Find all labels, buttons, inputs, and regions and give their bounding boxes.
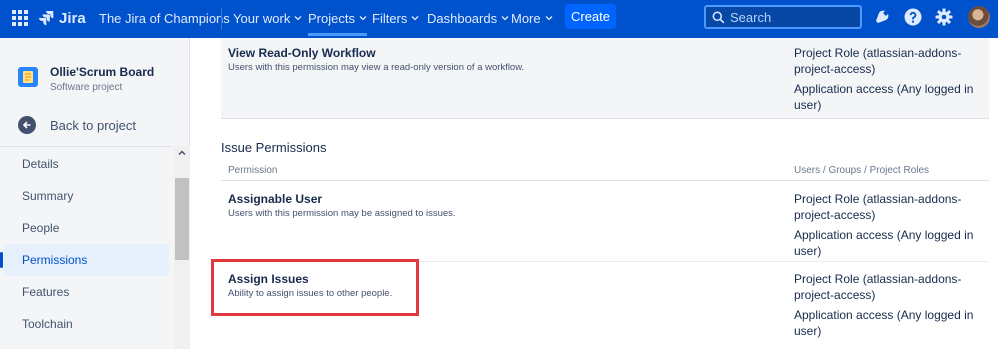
nav-filters[interactable]: Filters bbox=[372, 9, 419, 27]
section-title: Issue Permissions bbox=[221, 140, 327, 155]
project-avatar-icon bbox=[18, 67, 38, 87]
sidebar-item-toolchain[interactable]: Toolchain bbox=[0, 308, 174, 340]
jira-logo-icon bbox=[39, 11, 54, 26]
nav-filters-label: Filters bbox=[372, 10, 408, 26]
search-input[interactable] bbox=[730, 9, 850, 25]
sidebar-item-permissions[interactable]: Permissions bbox=[0, 244, 169, 276]
chevron-down-icon bbox=[501, 16, 509, 21]
scrollbar-thumb[interactable] bbox=[175, 178, 189, 260]
sidebar: Ollie'Scrum Board Software project Back … bbox=[0, 38, 190, 349]
permission-title: View Read-Only Workflow bbox=[228, 46, 376, 60]
nav-your-work[interactable]: Your work bbox=[233, 9, 302, 27]
permission-description: Users with this permission may be assign… bbox=[228, 208, 456, 219]
column-header-permission: Permission bbox=[228, 165, 278, 176]
table-header-divider bbox=[221, 180, 989, 181]
jira-logo[interactable]: Jira bbox=[38, 8, 86, 28]
chevron-down-icon bbox=[545, 16, 553, 21]
search-icon bbox=[712, 11, 725, 23]
sidebar-item-details[interactable]: Details bbox=[0, 148, 174, 180]
back-to-project-link[interactable]: Back to project bbox=[18, 116, 136, 134]
permission-description: Users with this permission may view a re… bbox=[228, 62, 525, 73]
grant-project-role: Project Role (atlassian-addons-project-a… bbox=[794, 272, 962, 302]
sidebar-nav: Details Summary People Permissions Featu… bbox=[0, 148, 174, 340]
grant-application-access: Application access (Any logged in user) bbox=[794, 82, 974, 112]
nav-dashboards-label: Dashboards bbox=[427, 10, 498, 26]
grant-project-role: Project Role (atlassian-addons-project-a… bbox=[794, 192, 962, 222]
jira-logo-text: Jira bbox=[59, 9, 86, 27]
nav-projects-label: Projects bbox=[308, 10, 355, 26]
chevron-up-icon[interactable] bbox=[177, 148, 187, 158]
nav-dashboards[interactable]: Dashboards bbox=[427, 9, 509, 27]
nav-more-label: More bbox=[511, 10, 541, 26]
sidebar-item-features[interactable]: Features bbox=[0, 276, 174, 308]
chevron-down-icon bbox=[294, 16, 302, 21]
search-box[interactable] bbox=[704, 5, 862, 29]
create-button[interactable]: Create bbox=[565, 4, 616, 29]
project-name: Ollie'Scrum Board bbox=[50, 65, 155, 79]
site-name[interactable]: The Jira of Champions bbox=[99, 9, 230, 27]
grant-application-access: Application access (Any logged in user) bbox=[794, 308, 974, 338]
nav-projects[interactable]: Projects bbox=[308, 9, 367, 36]
avatar[interactable] bbox=[968, 6, 990, 28]
notebook-icon bbox=[23, 71, 33, 83]
nav-your-work-label: Your work bbox=[233, 10, 291, 26]
highlight-box bbox=[211, 259, 419, 316]
nav-divider bbox=[221, 8, 222, 30]
sidebar-divider bbox=[0, 146, 172, 147]
help-icon[interactable] bbox=[904, 8, 922, 26]
sidebar-item-summary[interactable]: Summary bbox=[0, 180, 174, 212]
sidebar-item-people[interactable]: People bbox=[0, 212, 174, 244]
chevron-down-icon bbox=[411, 16, 419, 21]
top-navigation: Jira The Jira of Champions Your work Pro… bbox=[0, 0, 998, 38]
back-to-project-label: Back to project bbox=[50, 117, 136, 133]
arrow-left-icon bbox=[18, 116, 36, 134]
grant-project-role: Project Role (atlassian-addons-project-a… bbox=[794, 46, 962, 76]
permission-title: Assignable User bbox=[228, 192, 323, 206]
grant-application-access: Application access (Any logged in user) bbox=[794, 228, 974, 258]
chevron-down-icon bbox=[359, 16, 367, 21]
project-type: Software project bbox=[50, 82, 123, 93]
settings-icon[interactable] bbox=[935, 8, 953, 26]
grid-icon[interactable] bbox=[10, 8, 30, 28]
notification-icon[interactable] bbox=[872, 8, 890, 26]
column-header-grantees: Users / Groups / Project Roles bbox=[794, 165, 930, 176]
nav-more[interactable]: More bbox=[511, 9, 553, 27]
